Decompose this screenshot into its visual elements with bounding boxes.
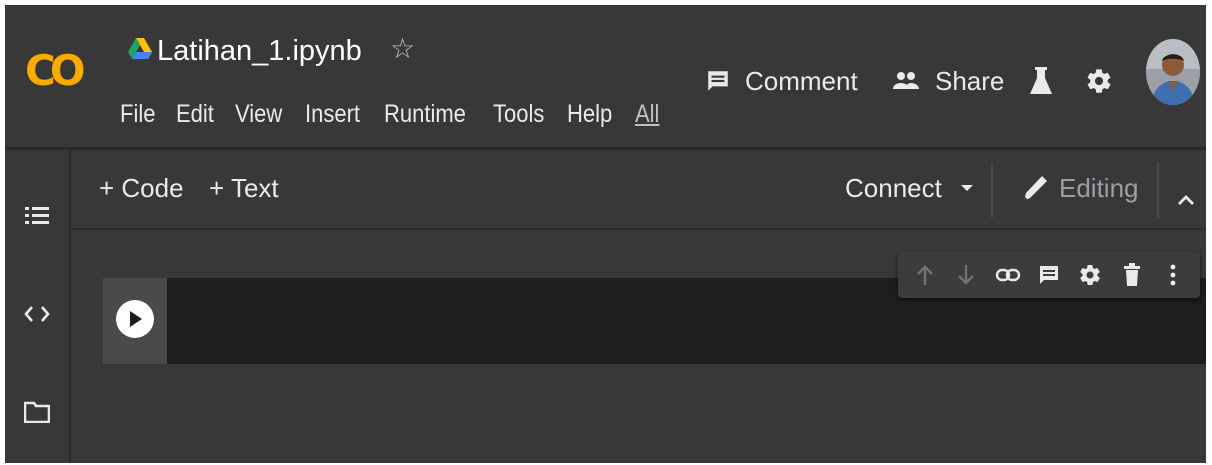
chevron-down-icon (960, 185, 973, 191)
more-actions-button[interactable] (1158, 260, 1188, 290)
comment-button[interactable]: Comment (705, 61, 858, 101)
collapse-header-button[interactable] (1177, 180, 1195, 216)
menu-view[interactable]: View (235, 97, 282, 131)
code-brackets-icon (24, 306, 50, 322)
user-photo (1146, 39, 1200, 105)
toolbar-separator (991, 162, 993, 218)
gear-icon (1080, 264, 1101, 286)
run-cell-button[interactable] (116, 300, 154, 338)
add-text-button[interactable]: + Text (209, 170, 279, 206)
share-label: Share (935, 65, 1005, 96)
editing-mode-button[interactable]: Editing (1021, 170, 1139, 206)
colab-logo[interactable]: CO (25, 47, 85, 95)
comment-label: Comment (745, 65, 858, 96)
connect-button[interactable]: Connect (845, 170, 974, 206)
cell-settings-button[interactable] (1075, 260, 1105, 290)
gear-icon (1087, 69, 1111, 93)
lab-button[interactable] (1029, 61, 1053, 101)
cell-gutter (103, 278, 167, 364)
colab-window: CO Latihan_1.ipynb ☆ File Edit View Inse… (5, 5, 1206, 463)
connect-label: Connect (845, 173, 942, 203)
menu-tools[interactable]: Tools (493, 97, 544, 131)
table-of-contents-button[interactable] (5, 198, 69, 234)
more-vert-icon (1170, 264, 1176, 286)
add-comment-button[interactable] (1034, 260, 1064, 290)
chevron-up-icon (1178, 195, 1194, 205)
settings-button[interactable] (1085, 61, 1113, 101)
editing-label: Editing (1059, 173, 1139, 203)
share-button[interactable]: Share (891, 61, 1004, 101)
table-of-contents-icon (25, 207, 49, 224)
google-drive-icon (128, 38, 152, 59)
comment-icon (708, 71, 728, 91)
notebook-toolbar: + Code + Text Connect Editing (71, 150, 1206, 228)
menu-all-changes-saved[interactable]: All (635, 97, 659, 131)
delete-cell-button[interactable] (1117, 260, 1147, 290)
menu-edit[interactable]: Edit (176, 97, 214, 131)
add-code-button[interactable]: + Code (99, 170, 184, 206)
menu-file[interactable]: File (120, 97, 155, 131)
star-icon[interactable]: ☆ (390, 31, 415, 67)
arrow-up-icon (916, 265, 933, 285)
move-cell-down-button[interactable] (951, 260, 981, 290)
avatar[interactable] (1146, 39, 1200, 105)
people-icon (893, 72, 919, 89)
notebook-area (71, 230, 1206, 463)
menu-insert[interactable]: Insert (305, 97, 360, 131)
link-icon (995, 268, 1020, 282)
pencil-icon (1024, 176, 1047, 201)
arrow-down-icon (958, 265, 974, 285)
left-sidebar (5, 150, 71, 463)
cell-toolbar (898, 252, 1200, 298)
flask-icon (1030, 67, 1052, 94)
header: CO Latihan_1.ipynb ☆ File Edit View Inse… (5, 5, 1206, 147)
code-snippets-button[interactable] (5, 296, 69, 332)
move-cell-up-button[interactable] (910, 260, 940, 290)
folder-icon (24, 401, 50, 423)
menu-runtime[interactable]: Runtime (384, 97, 466, 131)
menu-bar: File Edit View Insert Runtime Tools Help… (120, 97, 678, 131)
play-icon (130, 311, 142, 327)
toolbar-separator (1157, 162, 1159, 218)
comment-icon (1039, 266, 1058, 284)
copy-link-button[interactable] (993, 260, 1023, 290)
notebook-title[interactable]: Latihan_1.ipynb (157, 33, 362, 69)
files-button[interactable] (5, 394, 69, 430)
trash-icon (1123, 263, 1140, 286)
menu-help[interactable]: Help (567, 97, 612, 131)
